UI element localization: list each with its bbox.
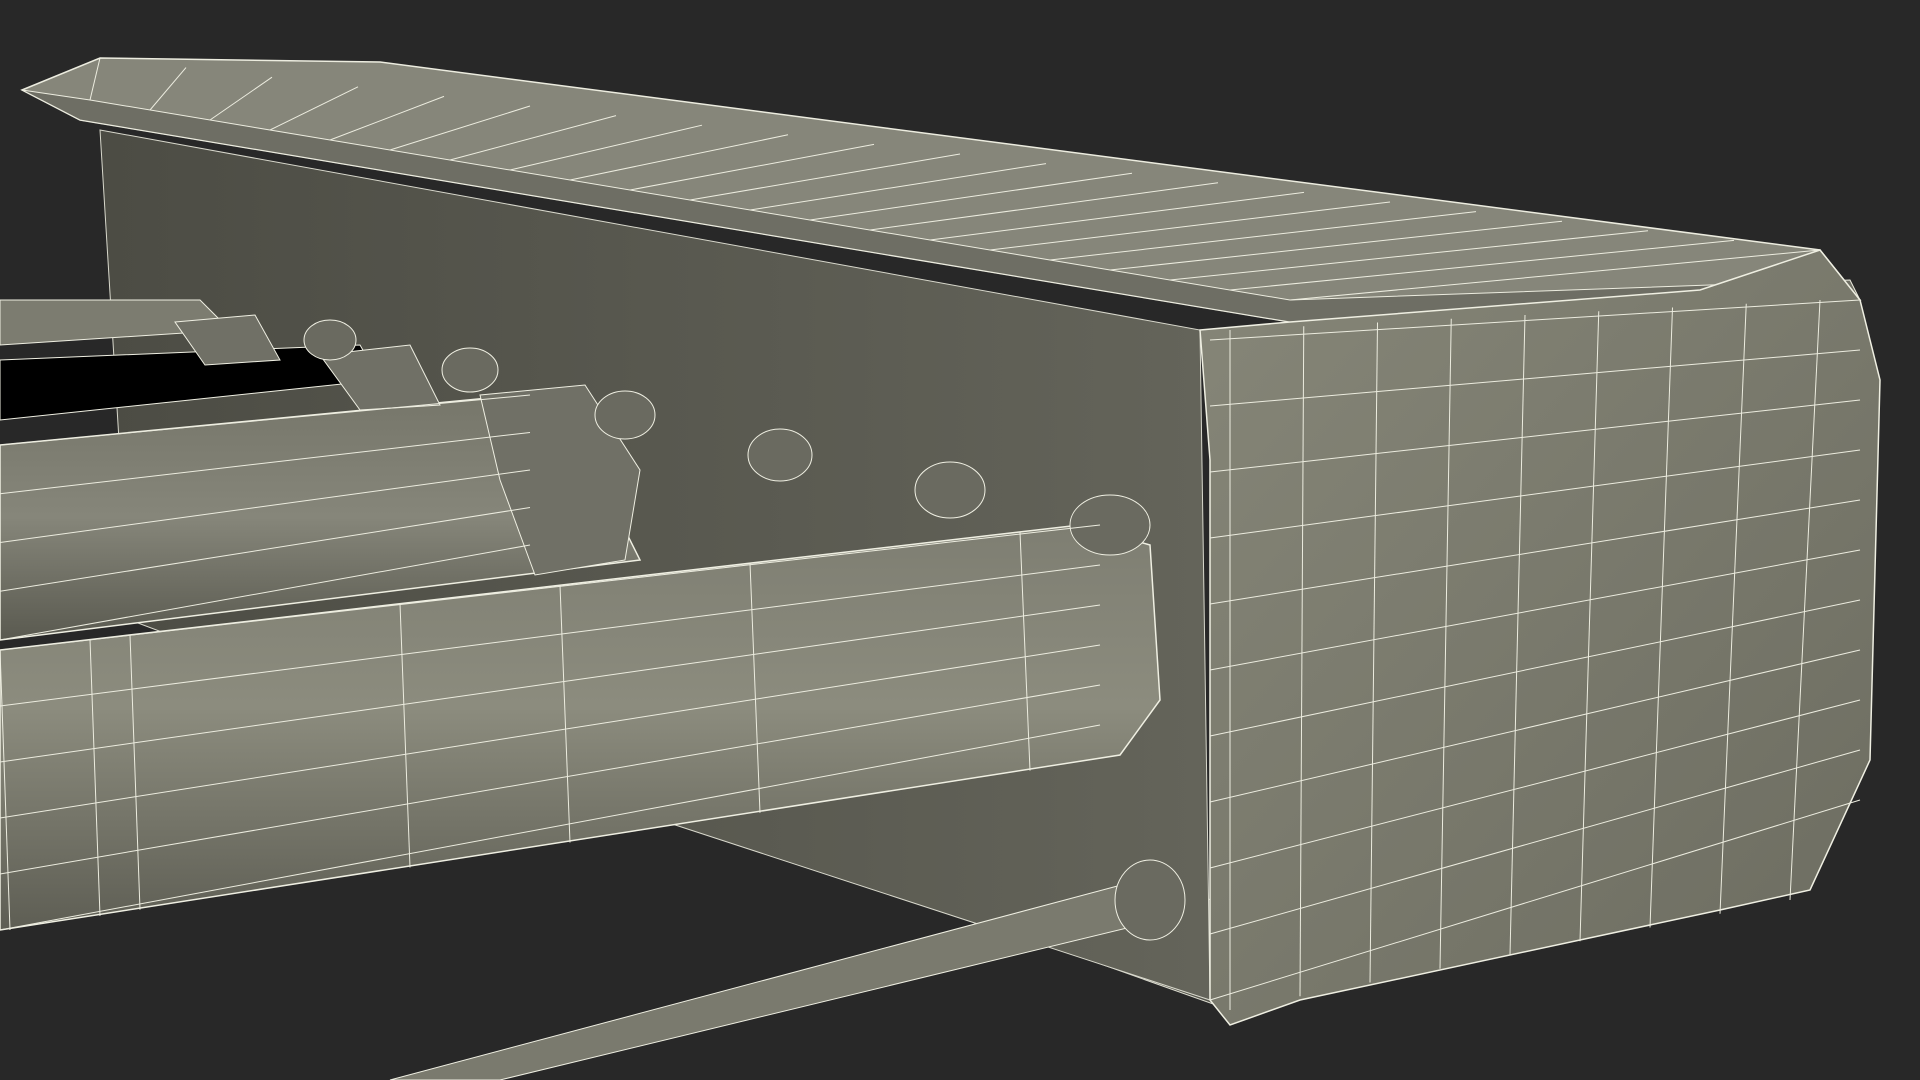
rod-bottom-nut — [1114, 859, 1186, 941]
wireframe-scene — [0, 57, 1881, 1080]
rod-bottom — [389, 879, 1161, 1080]
render-viewport — [0, 0, 1920, 1080]
